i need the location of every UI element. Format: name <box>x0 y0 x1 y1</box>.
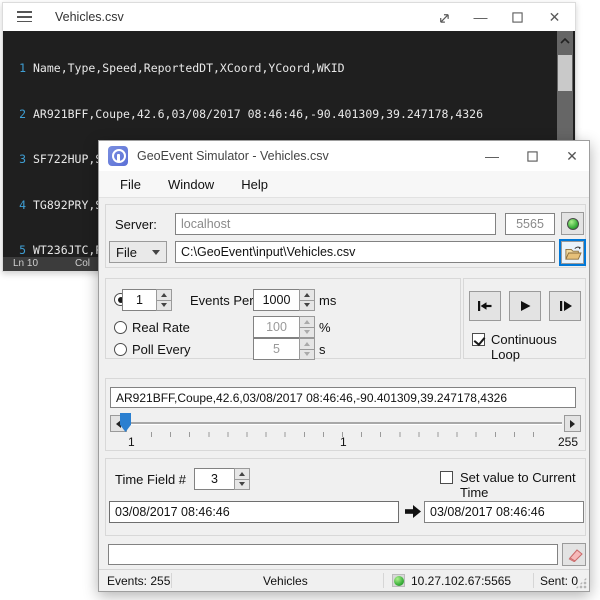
time-from-field[interactable]: 03/08/2017 08:46:46 <box>109 501 399 523</box>
server-port-field[interactable]: 5565 <box>505 213 555 235</box>
slider-min-label: 1 <box>128 435 135 449</box>
maximize-icon[interactable] <box>525 149 539 163</box>
source-type-dropdown[interactable]: File <box>109 241 167 263</box>
real-rate-spinner[interactable]: 100 <box>253 316 315 338</box>
event-slider-track[interactable] <box>129 422 562 424</box>
server-group: Server: localhost 5565 File C:\GeoEvent\… <box>105 204 586 268</box>
csv-line: 2AR921BFF,Coupe,42.6,03/08/2017 08:46:46… <box>3 107 575 122</box>
server-label: Server: <box>115 217 157 232</box>
geoevent-app-icon <box>108 146 128 166</box>
chevron-down-icon <box>152 250 160 255</box>
time-group: Time Field # 3 Set value to Current Time… <box>105 458 586 536</box>
editor-titlebar: Vehicles.csv — ✕ <box>3 3 575 31</box>
skip-to-start-icon <box>477 299 493 313</box>
editor-scrollbar-thumb[interactable] <box>558 55 572 91</box>
events-count-status: Events: 255 <box>107 574 170 588</box>
spin-down-icon[interactable] <box>299 301 315 312</box>
spin-up-icon <box>299 338 315 350</box>
geoevent-simulator-window: GeoEvent Simulator - Vehicles.csv — ✕ Fi… <box>98 140 590 592</box>
poll-unit-label: s <box>319 342 326 357</box>
spin-up-icon[interactable] <box>299 289 315 301</box>
menu-file[interactable]: File <box>109 173 152 196</box>
events-count-spinner[interactable]: 1 <box>122 289 172 311</box>
close-icon[interactable]: ✕ <box>565 149 579 163</box>
step-icon <box>558 299 573 313</box>
arrow-right-icon <box>570 420 575 428</box>
slider-right-button[interactable] <box>564 415 581 432</box>
simulator-statusbar: Events: 255 Vehicles 10.27.102.67:5565 S… <box>99 569 589 591</box>
menu-help[interactable]: Help <box>230 173 279 196</box>
time-to-field[interactable]: 03/08/2017 08:46:46 <box>424 501 584 523</box>
clear-button[interactable] <box>562 543 586 566</box>
interval-spinner[interactable]: 1000 <box>253 289 315 311</box>
simulator-title: GeoEvent Simulator - Vehicles.csv <box>137 149 329 163</box>
expand-icon[interactable] <box>431 6 456 28</box>
maximize-icon[interactable] <box>505 6 530 28</box>
time-field-spinner[interactable]: 3 <box>194 468 250 490</box>
poll-every-radio[interactable] <box>114 343 127 356</box>
real-rate-label: Real Rate <box>132 320 190 335</box>
menubar: File Window Help <box>99 171 589 198</box>
spin-down-icon <box>299 350 315 361</box>
current-time-checkbox[interactable] <box>440 471 453 484</box>
real-rate-unit-label: % <box>319 320 331 335</box>
feed-name-status: Vehicles <box>263 574 308 588</box>
interval-unit-label: ms <box>319 293 336 308</box>
step-button[interactable] <box>549 291 581 321</box>
events-per-label: Events Per <box>190 293 254 308</box>
menu-window[interactable]: Window <box>157 173 225 196</box>
csv-line: 1Name,Type,Speed,ReportedDT,XCoord,YCoor… <box>3 61 575 76</box>
close-icon[interactable]: ✕ <box>542 6 567 28</box>
editor-title: Vehicles.csv <box>55 10 124 24</box>
hamburger-menu-icon[interactable] <box>17 11 32 23</box>
sent-count-status: Sent: 0 <box>540 574 578 588</box>
current-time-label: Set value to Current Time <box>460 470 585 500</box>
open-file-button[interactable] <box>561 241 584 264</box>
endpoint-status: 10.27.102.67:5565 <box>411 574 511 588</box>
open-folder-icon <box>564 245 582 261</box>
message-field[interactable] <box>108 544 558 565</box>
spin-up-icon <box>299 316 315 328</box>
connect-button[interactable] <box>561 212 584 235</box>
spin-down-icon[interactable] <box>234 480 250 491</box>
map-arrow-icon <box>405 504 421 519</box>
eraser-icon <box>565 548 583 562</box>
spin-down-icon <box>299 328 315 339</box>
continuous-loop-checkbox[interactable] <box>472 333 485 346</box>
minimize-icon[interactable]: — <box>485 149 499 163</box>
playback-group: Continuous Loop <box>463 278 586 359</box>
time-field-label: Time Field # <box>115 472 186 487</box>
scroll-up-icon[interactable] <box>557 33 573 49</box>
play-icon <box>518 299 532 313</box>
simulator-titlebar: GeoEvent Simulator - Vehicles.csv — ✕ <box>99 141 589 171</box>
continuous-loop-label: Continuous Loop <box>491 332 585 362</box>
server-host-field[interactable]: localhost <box>175 213 496 235</box>
real-rate-radio[interactable] <box>114 321 127 334</box>
column-indicator: Col <box>75 257 90 271</box>
spin-up-icon[interactable] <box>156 289 172 301</box>
slider-current-label: 1 <box>340 435 347 449</box>
spin-down-icon[interactable] <box>156 301 172 312</box>
skip-to-start-button[interactable] <box>469 291 501 321</box>
file-path-field[interactable]: C:\GeoEvent\input\Vehicles.csv <box>175 241 555 263</box>
minimize-icon[interactable]: — <box>468 6 493 28</box>
poll-every-label: Poll Every <box>132 342 191 357</box>
slider-max-label: 255 <box>558 435 578 449</box>
preview-group: AR921BFF,Coupe,42.6,03/08/2017 08:46:46,… <box>105 378 586 451</box>
rate-group: 1 Events Per 1000 ms Real Rate 100 % Pol… <box>105 278 461 359</box>
slider-ticks <box>151 432 546 437</box>
line-indicator: Ln 10 <box>13 257 38 271</box>
connection-status-icon <box>392 574 405 587</box>
current-event-field[interactable]: AR921BFF,Coupe,42.6,03/08/2017 08:46:46,… <box>110 387 576 408</box>
poll-spinner[interactable]: 5 <box>253 338 315 360</box>
play-button[interactable] <box>509 291 541 321</box>
spin-up-icon[interactable] <box>234 468 250 480</box>
